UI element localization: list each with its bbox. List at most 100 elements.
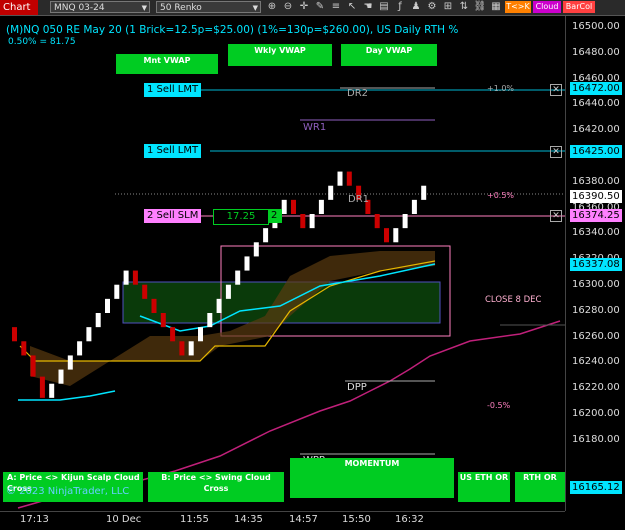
- last-price-box: 16390.50: [570, 190, 622, 203]
- price-tick: 16380.00: [572, 175, 620, 187]
- mnt-vwap-button[interactable]: Mnt VWAP: [116, 54, 218, 74]
- renko-brick: [105, 298, 110, 313]
- price-tick: 16480.00: [572, 46, 620, 58]
- chart-title: (M)NQ 050 RE May 20 (1 Brick=12.5p=$25.0…: [6, 24, 459, 36]
- cancel-order-3-icon[interactable]: ✕: [550, 210, 562, 222]
- renko-brick: [188, 341, 194, 356]
- pointer-icon[interactable]: ↖: [345, 1, 359, 13]
- price-tick: 16220.00: [572, 382, 620, 394]
- tk-button[interactable]: T<>K: [505, 1, 531, 13]
- renko-brick: [198, 327, 203, 342]
- price-tick: 16340.00: [572, 227, 620, 239]
- order-qty-value: 17.25: [213, 209, 269, 225]
- pencil-icon[interactable]: ✎: [313, 1, 327, 13]
- price-tick: 16500.00: [572, 21, 620, 32]
- renko-brick: [225, 284, 231, 299]
- renko-brick: [300, 214, 306, 229]
- sell-slm-order[interactable]: 2 Sell SLM: [144, 209, 202, 223]
- minus05-label: -0.5%: [487, 401, 511, 410]
- barcol-button[interactable]: BarCol: [563, 1, 595, 13]
- renko-brick: [328, 185, 334, 200]
- renko-brick: [86, 327, 92, 342]
- swing-cross-button[interactable]: B: Price <> Swing Cloud Cross: [148, 472, 284, 502]
- renko-brick: [160, 313, 166, 328]
- renko-brick: [346, 171, 352, 186]
- close-label: CLOSE 8 DEC: [485, 295, 542, 305]
- price-tick: 16280.00: [572, 304, 620, 316]
- renko-brick: [58, 369, 64, 384]
- zoom-out-icon[interactable]: ⊖: [281, 1, 295, 13]
- renko-brick: [49, 383, 55, 398]
- dr2-label: DR2: [347, 88, 369, 99]
- data-box-icon[interactable]: ▤: [377, 1, 391, 13]
- renko-brick: [179, 341, 185, 356]
- dpp-label: DPP: [347, 382, 367, 393]
- toolbar: Chart MNQ 03-24 ▼ 50 Renko ▼ ⊕ ⊖ ✛ ✎ ≡ ↖…: [0, 0, 625, 16]
- wkly-vwap-button[interactable]: Wkly VWAP: [228, 44, 332, 66]
- price-axis[interactable]: 16500.00 16480.00 16460.00 16440.00 16420.00…: [565, 16, 625, 511]
- renko-brick: [318, 199, 324, 214]
- crosshair-icon[interactable]: ✛: [297, 1, 311, 13]
- renko-brick: [170, 327, 176, 342]
- renko-brick: [263, 228, 269, 243]
- chevron-down-icon: ▼: [252, 4, 258, 12]
- time-tick: 16:32: [395, 514, 424, 525]
- renko-brick: [67, 355, 73, 370]
- plus05-label: +0.5%: [487, 191, 515, 200]
- renko-brick: [291, 199, 296, 214]
- renko-brick: [21, 341, 27, 356]
- order-1-price-box: 16472.00: [570, 82, 622, 95]
- order-qty[interactable]: 2: [268, 209, 282, 223]
- chart-canvas: [12, 87, 565, 509]
- renko-brick: [77, 341, 83, 356]
- lines-icon[interactable]: ≡: [329, 1, 343, 13]
- price-tick: 16200.00: [572, 408, 620, 419]
- dr1-label: DR1: [348, 194, 370, 205]
- renko-brick: [393, 228, 399, 243]
- momentum-button[interactable]: MOMENTUM: [290, 458, 454, 498]
- renko-brick: [132, 270, 138, 285]
- strategy-icon[interactable]: ♟: [409, 1, 423, 13]
- grid-icon[interactable]: ▦: [489, 1, 503, 13]
- time-tick: 10 Dec: [106, 514, 142, 525]
- cancel-order-2-icon[interactable]: ✕: [550, 146, 562, 158]
- properties-icon[interactable]: ⚙: [425, 1, 439, 13]
- chart-subtitle: 0.50% = 81.75: [8, 37, 76, 47]
- time-axis[interactable]: 17:13 10 Dec 11:55 14:35 14:57 15:50 16:32: [0, 511, 565, 530]
- renko-brick: [402, 214, 408, 229]
- chart-plot-area[interactable]: (M)NQ 050 RE May 20 (1 Brick=12.5p=$25.0…: [0, 16, 565, 511]
- sell-lmt-order-2[interactable]: 1 Sell LMT: [144, 144, 202, 158]
- indicators-icon[interactable]: ƒ: [393, 1, 407, 13]
- order-2-price-box: 16425.00: [570, 145, 622, 158]
- plus1-label: +1.0%: [487, 84, 515, 93]
- renko-brick: [151, 298, 157, 313]
- bar-type-selector[interactable]: 50 Renko ▼: [156, 1, 261, 13]
- sell-lmt-order-1[interactable]: 1 Sell LMT: [144, 83, 202, 97]
- chart-tab[interactable]: Chart: [0, 0, 38, 15]
- renko-brick: [411, 199, 417, 214]
- renko-brick: [309, 214, 315, 229]
- time-tick: 14:35: [234, 514, 263, 525]
- renko-brick: [384, 228, 389, 243]
- us-eth-or-button[interactable]: US ETH OR: [458, 472, 510, 502]
- time-tick: 14:57: [289, 514, 318, 525]
- template-icon[interactable]: ⊞: [441, 1, 455, 13]
- day-vwap-button[interactable]: Day VWAP: [341, 44, 437, 66]
- time-tick: 17:13: [20, 514, 49, 525]
- wr1-label: WR1: [303, 122, 327, 133]
- instrument-selector[interactable]: MNQ 03-24 ▼: [50, 1, 150, 13]
- link-icon[interactable]: ⛓: [473, 1, 487, 13]
- instrument-value: MNQ 03-24: [54, 3, 105, 13]
- renko-brick: [114, 284, 120, 299]
- low-price-box: 16165.12: [570, 481, 622, 494]
- copyright-text: © 2023 NinjaTrader, LLC: [6, 486, 130, 497]
- rth-or-button[interactable]: RTH OR: [515, 472, 565, 502]
- renko-brick: [421, 185, 427, 200]
- renko-brick: [253, 242, 259, 257]
- hand-icon[interactable]: ☚: [361, 1, 375, 13]
- cancel-order-1-icon[interactable]: ✕: [550, 84, 562, 96]
- zoom-in-icon[interactable]: ⊕: [265, 1, 279, 13]
- cloud-button[interactable]: Cloud: [533, 1, 561, 13]
- time-tick: 11:55: [180, 514, 209, 525]
- order-icon[interactable]: ⇅: [457, 1, 471, 13]
